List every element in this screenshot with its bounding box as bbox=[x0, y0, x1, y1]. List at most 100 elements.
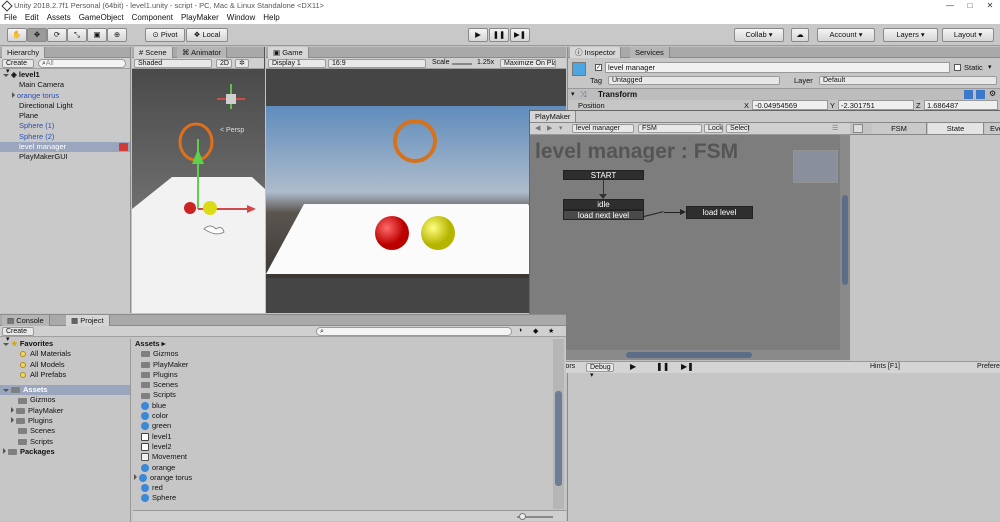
position-y-field[interactable]: -2.301751 bbox=[838, 100, 914, 110]
hand-tool-button[interactable]: ✋ bbox=[7, 28, 27, 42]
scene-viewport[interactable]: < Persp bbox=[132, 69, 265, 313]
list-item[interactable]: Main Camera bbox=[0, 80, 130, 90]
layer-dropdown[interactable]: Default bbox=[819, 76, 997, 85]
list-item[interactable]: PlayMakerGUI bbox=[0, 152, 130, 162]
lock-button[interactable]: Lock bbox=[704, 124, 723, 133]
scene-root[interactable]: ◈ level1 bbox=[0, 70, 130, 80]
tab-services[interactable]: Services bbox=[630, 47, 670, 58]
list-item[interactable]: All Materials bbox=[0, 349, 130, 359]
packages-header[interactable]: Packages bbox=[0, 447, 130, 457]
shading-dropdown[interactable]: Shaded bbox=[134, 59, 212, 68]
pause-icon[interactable]: ❚❚ bbox=[656, 362, 669, 371]
filter-type-icon[interactable]: ◑ bbox=[518, 327, 522, 334]
active-checkbox[interactable]: ✓ bbox=[595, 64, 602, 71]
menu-assets[interactable]: Assets bbox=[43, 12, 75, 24]
maximize-on-play-toggle[interactable]: Maximize On Play bbox=[500, 59, 556, 68]
tab-scene[interactable]: # Scene bbox=[134, 47, 173, 58]
pivot-toggle[interactable]: ⊙ Pivot bbox=[145, 28, 185, 42]
pause-button[interactable]: ❚❚ bbox=[489, 28, 509, 42]
list-item[interactable]: level2 bbox=[133, 442, 553, 452]
list-item[interactable]: Directional Light bbox=[0, 101, 130, 111]
menu-help[interactable]: Help bbox=[259, 12, 283, 24]
list-item[interactable]: orange bbox=[133, 463, 553, 473]
play-icon[interactable]: ▶ bbox=[630, 362, 636, 371]
tab-state[interactable]: State bbox=[928, 123, 984, 134]
graph-horizontal-scrollbar[interactable] bbox=[530, 350, 850, 360]
scale-tool-button[interactable]: ⤡ bbox=[67, 28, 87, 42]
assets-header[interactable]: Assets bbox=[0, 385, 130, 396]
toolbar-options-icon[interactable]: ☰ bbox=[832, 124, 838, 132]
tab-fsm[interactable]: FSM bbox=[872, 123, 927, 134]
list-item[interactable]: color bbox=[133, 411, 553, 421]
help-icon[interactable] bbox=[964, 90, 973, 99]
position-x-field[interactable]: -0.04954569 bbox=[752, 100, 828, 110]
transition-load-next-level[interactable]: load next level bbox=[563, 210, 644, 220]
list-item[interactable]: Scenes bbox=[133, 380, 553, 390]
rotate-tool-button[interactable]: ⟳ bbox=[47, 28, 67, 42]
list-item[interactable]: Plane bbox=[0, 111, 130, 121]
list-item[interactable]: orange torus bbox=[133, 473, 553, 483]
list-item[interactable]: Scripts bbox=[0, 437, 130, 447]
account-button[interactable]: Account ▾ bbox=[817, 28, 875, 42]
play-button[interactable]: ▶ bbox=[468, 28, 488, 42]
list-item[interactable]: Movement bbox=[133, 452, 553, 462]
maximize-button[interactable]: □ bbox=[960, 0, 980, 12]
project-vertical-scrollbar[interactable] bbox=[553, 339, 564, 509]
preferences-button[interactable]: Prefere bbox=[977, 363, 1000, 370]
transform-header[interactable]: ▾ ⤨ Transform ⚙ bbox=[568, 88, 1000, 100]
tab-inspector[interactable]: ⓘ Inspector bbox=[570, 47, 622, 58]
step-button[interactable]: ▶❚ bbox=[510, 28, 530, 42]
list-item[interactable]: PlayMaker bbox=[0, 406, 130, 416]
vertical-scroll-thumb[interactable] bbox=[555, 391, 562, 486]
tab-hierarchy[interactable]: Hierarchy bbox=[2, 47, 46, 58]
cloud-button[interactable]: ☁ bbox=[791, 28, 809, 42]
list-item[interactable]: Scripts bbox=[133, 390, 553, 400]
rect-tool-button[interactable]: ▣ bbox=[87, 28, 107, 42]
list-item[interactable]: blue bbox=[133, 401, 553, 411]
list-item[interactable]: orange torus bbox=[0, 91, 130, 101]
hierarchy-create-button[interactable]: Create ▾ bbox=[2, 59, 34, 75]
fsm-graph-canvas[interactable]: level manager : FSM START idle load next… bbox=[530, 135, 850, 359]
hints-button[interactable]: Hints [F1] bbox=[870, 363, 900, 370]
menu-component[interactable]: Component bbox=[128, 12, 177, 24]
menu-edit[interactable]: Edit bbox=[21, 12, 43, 24]
list-item[interactable]: PlayMaker bbox=[133, 360, 553, 370]
graph-vertical-scrollbar[interactable] bbox=[840, 135, 850, 359]
layers-dropdown[interactable]: Layers ▾ bbox=[883, 28, 938, 42]
list-item-selected[interactable]: level manager bbox=[0, 142, 130, 153]
static-checkbox[interactable] bbox=[954, 64, 961, 71]
history-icon[interactable]: ▾ bbox=[559, 124, 563, 132]
graph-minimap[interactable] bbox=[793, 150, 838, 183]
tag-dropdown[interactable]: Untagged bbox=[608, 76, 780, 85]
object-name-field[interactable]: level manager bbox=[605, 62, 950, 73]
inspector-toggle-icon[interactable] bbox=[853, 124, 863, 133]
tab-project[interactable]: ▦ Project bbox=[66, 315, 110, 326]
tab-events[interactable]: Events bbox=[985, 123, 1000, 134]
close-button[interactable]: ✕ bbox=[980, 0, 1000, 12]
display-dropdown[interactable]: Display 1 bbox=[268, 59, 326, 68]
project-search-input[interactable]: ⌕ bbox=[316, 327, 512, 336]
menu-gameobject[interactable]: GameObject bbox=[75, 12, 128, 24]
scale-slider[interactable] bbox=[452, 63, 472, 65]
list-item[interactable]: Sphere (1) bbox=[0, 121, 130, 131]
list-item[interactable]: Sphere (2) bbox=[0, 132, 130, 142]
back-arrow-icon[interactable]: ◀ bbox=[535, 124, 540, 132]
tab-playmaker[interactable]: PlayMaker bbox=[530, 111, 577, 122]
forward-arrow-icon[interactable]: ▶ bbox=[547, 124, 552, 132]
menu-file[interactable]: File bbox=[0, 12, 21, 24]
load-level-state-node[interactable]: load level bbox=[686, 206, 753, 219]
tab-animator[interactable]: ⌘ Animator bbox=[177, 47, 228, 58]
fsm-dropdown[interactable]: FSM bbox=[638, 124, 702, 133]
aspect-dropdown[interactable]: 16:9 bbox=[328, 59, 426, 68]
static-dropdown-icon[interactable]: ▾ bbox=[988, 63, 992, 71]
tab-game[interactable]: ▣ Game bbox=[268, 47, 309, 58]
list-item[interactable]: Gizmos bbox=[133, 349, 553, 359]
horizontal-scroll-thumb[interactable] bbox=[626, 352, 752, 358]
position-z-field[interactable]: 1.686487 bbox=[924, 100, 998, 110]
minimize-button[interactable]: — bbox=[940, 0, 960, 12]
lighting-toggle[interactable]: ✲ bbox=[235, 59, 249, 68]
tab-console[interactable]: ▤ Console bbox=[2, 315, 50, 326]
menu-playmaker[interactable]: PlayMaker bbox=[177, 12, 223, 24]
breadcrumb[interactable]: Assets ▸ bbox=[133, 339, 553, 349]
transform-tool-button[interactable]: ⊕ bbox=[107, 28, 127, 42]
